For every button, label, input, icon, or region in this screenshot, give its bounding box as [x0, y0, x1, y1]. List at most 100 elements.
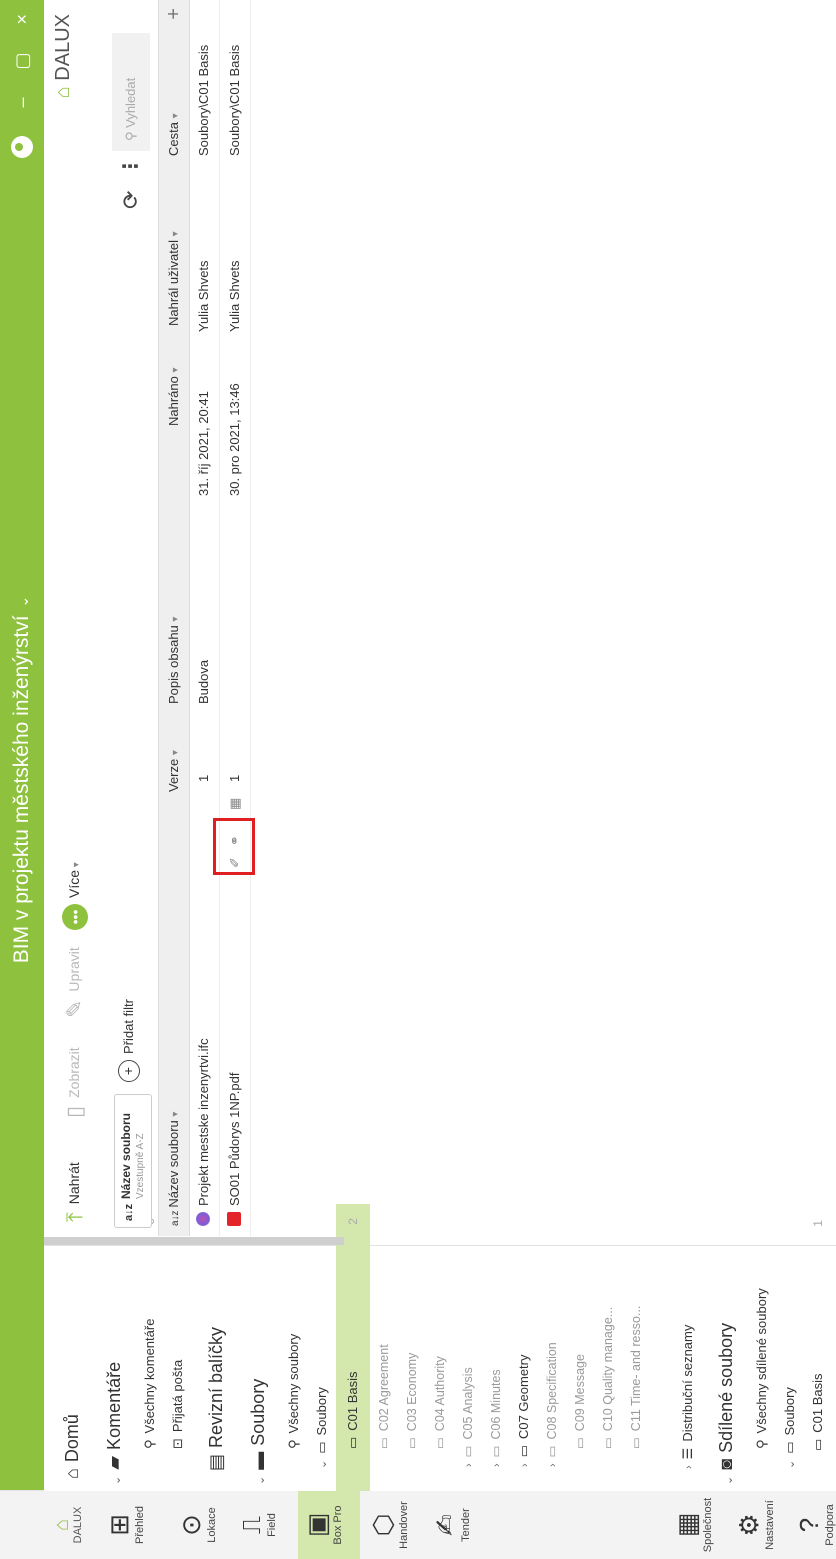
sidebar-item-files[interactable]: ⌄ ▬ Soubory — [240, 1240, 276, 1491]
project-title[interactable]: BIM v projektu městského inženýrství ⌄ — [0, 0, 44, 1559]
sort-selector[interactable]: a↓z Název souboru Vzestupně A-Z — [114, 1094, 152, 1228]
dalux-brand: ⌂ DALUX — [52, 14, 75, 98]
rail-item-box-pro[interactable]: ▣ Box Pro — [298, 1491, 360, 1559]
view-button[interactable]: ▯ Zobrazit — [44, 1047, 104, 1118]
table-row[interactable]: Projekt mestske inzenyrtvi.ifc 1 Budova … — [189, 0, 220, 1236]
chevron-down-icon: ▾ — [170, 231, 181, 237]
rail-item-label: Field — [266, 1513, 278, 1537]
chevron-down-icon[interactable]: ⌄ — [317, 1460, 329, 1469]
folder-item[interactable]: ▭ C10 Quality manage... — [594, 1204, 622, 1491]
description-cell: Budova — [196, 659, 211, 704]
folder-outline-icon: ▭ — [377, 1437, 391, 1449]
chevron-right-icon[interactable]: › — [547, 1463, 559, 1467]
sidebar-item-shared[interactable]: ⌄ ◙ Sdílené soubory — [708, 1240, 744, 1491]
file-name-cell[interactable]: SO01 Půdorys 1NP.pdf — [220, 1073, 250, 1226]
close-button[interactable]: × — [12, 14, 33, 25]
sidebar-item-files-root[interactable]: ⌄ ▭ Soubory — [308, 1224, 336, 1491]
sort-az-icon: a↓z — [123, 1203, 135, 1221]
folder-item[interactable]: › ▭ C08 Specification — [538, 1222, 566, 1491]
rail-item-podpora[interactable]: ? Podpora — [790, 1491, 836, 1559]
chevron-down-icon[interactable]: ⌄ — [111, 1476, 123, 1485]
upload-button[interactable]: ⤒ Nahrát — [44, 1162, 104, 1222]
sidebar-item-revisions[interactable]: ▤ Revizní balíčky — [198, 1226, 234, 1491]
sidebar-item-home[interactable]: ⌂ Domů — [54, 1234, 90, 1491]
refresh-icon[interactable]: ⟳ — [118, 191, 144, 209]
col-version-label: Verze — [166, 758, 181, 792]
rail-item-společnost[interactable]: ▦ Společnost — [668, 1491, 730, 1559]
chevron-right-icon[interactable]: › — [683, 1465, 695, 1469]
folder-label: C01 Basis — [345, 1371, 360, 1431]
folder-item[interactable]: › ▭ C05 Analysis — [454, 1222, 482, 1491]
folder-item[interactable]: ▭ C09 Message — [566, 1204, 594, 1491]
col-user[interactable]: Nahrál uživatel ▾ — [159, 231, 189, 326]
col-name[interactable]: a↓z Název souboru ▾ — [159, 1112, 189, 1226]
chevron-down-icon: ▾ — [170, 1111, 181, 1117]
folder-item[interactable]: ▭ C04 Authority — [426, 1204, 454, 1491]
chevron-down-icon[interactable]: ⌄ — [255, 1476, 267, 1485]
file-name-cell[interactable]: Projekt mestske inzenyrtvi.ifc — [189, 1038, 219, 1226]
table-grid-icon[interactable]: ▦ — [220, 798, 250, 810]
sidebar-item-inbox[interactable]: ⊡Přijatá pošta0 — [164, 1204, 192, 1491]
building-icon: ▦ — [672, 1512, 702, 1538]
sidebar-item-all-shared[interactable]: ⚲ Všechny sdílené soubory — [748, 1204, 776, 1491]
filter-bar: a↓z Název souboru Vzestupně A-Z + Přidat … — [104, 0, 158, 1236]
chevron-down-icon: ▾ — [71, 862, 82, 870]
folder-item[interactable]: ▭ C03 Economy — [398, 1204, 426, 1491]
logo-roof-icon: ⌂ — [52, 86, 74, 99]
sort-title: Název souboru — [119, 1112, 133, 1199]
version-cell: 1 — [196, 774, 211, 782]
logo-roof-icon: ⌂ — [51, 1518, 73, 1532]
folder-outline-icon: ▭ — [489, 1445, 503, 1458]
chevron-right-icon[interactable]: › — [463, 1463, 475, 1467]
folder-outline-icon: ▭ — [545, 1445, 559, 1458]
minimize-button[interactable]: – — [12, 98, 33, 108]
sidebar-item-all-files[interactable]: ⚲ Všechny soubory — [280, 1204, 308, 1491]
table-row[interactable]: SO01 Půdorys 1NP.pdf ✐ ⚭ ▦ 1 30. pro 202… — [220, 0, 251, 1236]
folder-item[interactable]: ▭ C02 Agreement — [370, 1204, 398, 1491]
rail-item-label: Nastavení — [764, 1500, 776, 1550]
folder-label: C07 Geometry — [516, 1354, 531, 1440]
user-avatar[interactable] — [11, 135, 33, 158]
sidebar-item-distribution[interactable]: › ☰ Distribuční seznamy — [674, 1224, 702, 1491]
sidebar-item-all-comments[interactable]: ⚲Všechny komentáře0 — [136, 1204, 164, 1491]
add-filter-button[interactable]: + Přidat filtr — [118, 999, 140, 1082]
rail-item-tender[interactable]: ✍ Tender — [426, 1491, 488, 1559]
chevron-down-icon[interactable]: ⌄ — [723, 1476, 735, 1485]
folder-icon: ▬ — [248, 1451, 268, 1470]
edit-button[interactable]: ✎ Upravit — [44, 947, 104, 1018]
rail-item-field[interactable]: ⎍ Field — [232, 1491, 294, 1559]
sidebar-item-comments[interactable]: ⌄ ▰ Komentáře — [96, 1240, 132, 1491]
help-icon: ? — [794, 1517, 824, 1533]
sidebar-item-shared-c01[interactable]: ▭C01 Basis 1 — [804, 1206, 832, 1491]
add-column-icon[interactable]: + — [159, 8, 189, 20]
col-description[interactable]: Popis obsahu ▾ — [159, 617, 189, 704]
chevron-down-icon[interactable]: ⌄ — [785, 1460, 797, 1469]
sidebar-item-shared-root[interactable]: ⌄ ▭ Soubory — [776, 1224, 804, 1491]
chevron-down-icon: ▾ — [170, 750, 181, 756]
brand-text: DALUX — [52, 14, 74, 81]
folder-item[interactable]: › ▭ C06 Minutes — [482, 1222, 510, 1491]
toolbar: ⤒ Nahrát ▯ Zobrazit ✎ Upravit ••• Více ▾ — [44, 0, 104, 1236]
more-vertical-icon[interactable]: ⋮ — [118, 156, 143, 176]
rail-item-lokace[interactable]: ⊙ Lokace — [172, 1491, 234, 1559]
col-version[interactable]: Verze ▾ — [159, 750, 189, 792]
folder-item[interactable]: ▭ C11 Time- and resso... — [622, 1204, 650, 1491]
col-path[interactable]: Cesta ▾ — [159, 113, 189, 156]
chevron-right-icon[interactable]: › — [519, 1463, 531, 1467]
chevron-right-icon[interactable]: › — [491, 1463, 503, 1467]
folder-item[interactable]: ▭C01 Basis 2 — [336, 1204, 370, 1491]
sidebar-scrollbar[interactable] — [44, 1237, 344, 1245]
col-uploaded[interactable]: Nahráno ▾ — [159, 367, 189, 426]
rail-item-přehled[interactable]: ⊞ Přehled — [100, 1491, 162, 1559]
maximize-button[interactable]: ▢ — [12, 53, 33, 70]
files-label: Soubory — [248, 1378, 268, 1446]
rail-item-handover[interactable]: ⬡ Handover — [364, 1491, 426, 1559]
dalux-logo: ⌂ DALUX — [51, 1497, 92, 1553]
rail-item-nastavení[interactable]: ⚙ Nastavení — [730, 1491, 792, 1559]
chevron-down-icon[interactable]: ⌄ — [15, 596, 31, 608]
more-button[interactable]: ••• Více ▾ — [44, 862, 104, 930]
folder-item[interactable]: › ▭ C07 Geometry — [510, 1222, 538, 1491]
grid-icon: ⊞ — [104, 1514, 134, 1536]
uploaded-cell: 30. pro 2021, 13:46 — [227, 383, 242, 496]
search-input[interactable]: ⚲ Vyhledat — [112, 33, 150, 151]
